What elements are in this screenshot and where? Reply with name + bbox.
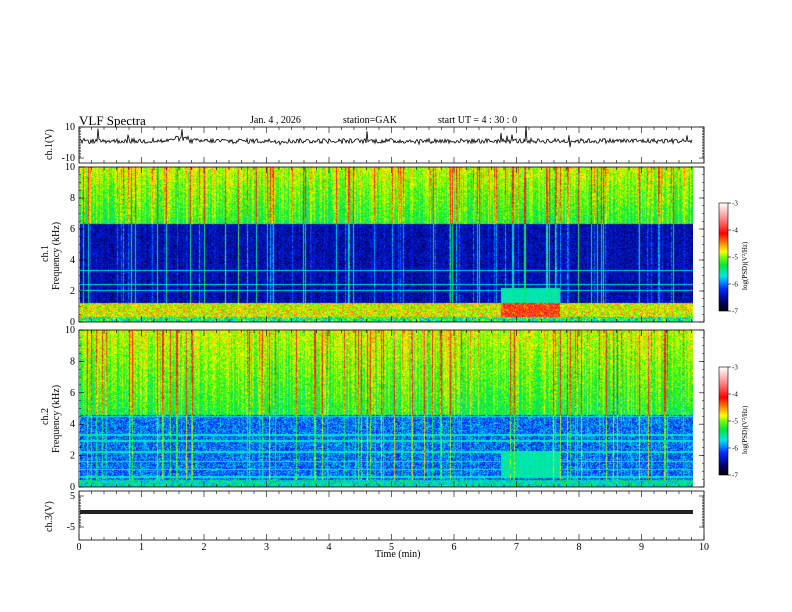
x-axis-label: Time (min) — [375, 549, 421, 560]
colorbar-tick-label: -4 — [732, 227, 738, 235]
panel-frame — [78, 166, 705, 323]
x-tick-label: 4 — [327, 542, 332, 553]
y-tick-label: 10 — [65, 162, 75, 173]
x-tick-label: 3 — [264, 542, 269, 553]
y-tick-label: 2 — [70, 286, 75, 297]
x-tick-label: 9 — [639, 542, 644, 553]
ch1-waveform-line — [79, 126, 693, 148]
y-tick-label: 2 — [70, 451, 75, 462]
colorbar-tick-label: -5 — [732, 418, 738, 426]
ch1-wave-ylabel: ch.1(V) — [44, 129, 55, 160]
y-tick-label: 6 — [70, 388, 75, 399]
x-tick-label: 1 — [139, 542, 144, 553]
colorbar-tick-label: -4 — [732, 391, 738, 399]
panel-frame — [78, 329, 705, 488]
colorbar-tick-label: -5 — [732, 254, 738, 262]
y-tick-label: 8 — [70, 193, 75, 204]
ch1-spec-ylabel-1: ch.1 — [40, 245, 51, 262]
colorbar-tick-label: -7 — [732, 472, 738, 480]
y-tick-label: 5 — [70, 491, 75, 502]
colorbar2-label: log(PSD)(V²/Hz) — [741, 405, 749, 454]
colorbar-tick-label: -7 — [732, 308, 738, 316]
colorbar-tick-label: -6 — [732, 445, 738, 453]
y-tick-label: 10 — [65, 325, 75, 336]
y-tick-label: 6 — [70, 224, 75, 235]
ch2-spec-ylabel-2: Frequency (kHz) — [51, 384, 62, 453]
ch3-waveform-line — [80, 510, 693, 514]
colorbar-frame — [718, 202, 729, 312]
ch2-spec-ylabel-1: ch.2 — [40, 408, 51, 425]
x-tick-label: 0 — [77, 542, 82, 553]
ch1-spec-ylabel-2: Frequency (kHz) — [51, 221, 62, 290]
y-tick-label: 10 — [65, 122, 75, 133]
x-tick-label: 10 — [699, 542, 709, 553]
y-tick-label: 8 — [70, 356, 75, 367]
x-tick-label: 7 — [514, 542, 519, 553]
colorbar-tick-label: -6 — [732, 281, 738, 289]
x-tick-label: 6 — [452, 542, 457, 553]
x-tick-label: 8 — [577, 542, 582, 553]
y-tick-label: 4 — [70, 255, 75, 266]
x-tick-label: 2 — [202, 542, 207, 553]
panel-frame — [78, 490, 705, 541]
ch3-wave-ylabel: ch.3(V) — [44, 501, 55, 532]
colorbar-tick-label: -3 — [732, 364, 738, 372]
colorbar-tick-label: -3 — [732, 200, 738, 208]
y-tick-label: 4 — [70, 419, 75, 430]
colorbar1-label: log(PSD)(V²/Hz) — [741, 241, 749, 290]
y-tick-label: -5 — [67, 522, 75, 533]
plot-axes: 10-10024681002468105-50 1 2 3 4 5 6 7 8 9 10-3-4-5… — [62, 122, 739, 553]
colorbar-frame — [718, 366, 729, 476]
